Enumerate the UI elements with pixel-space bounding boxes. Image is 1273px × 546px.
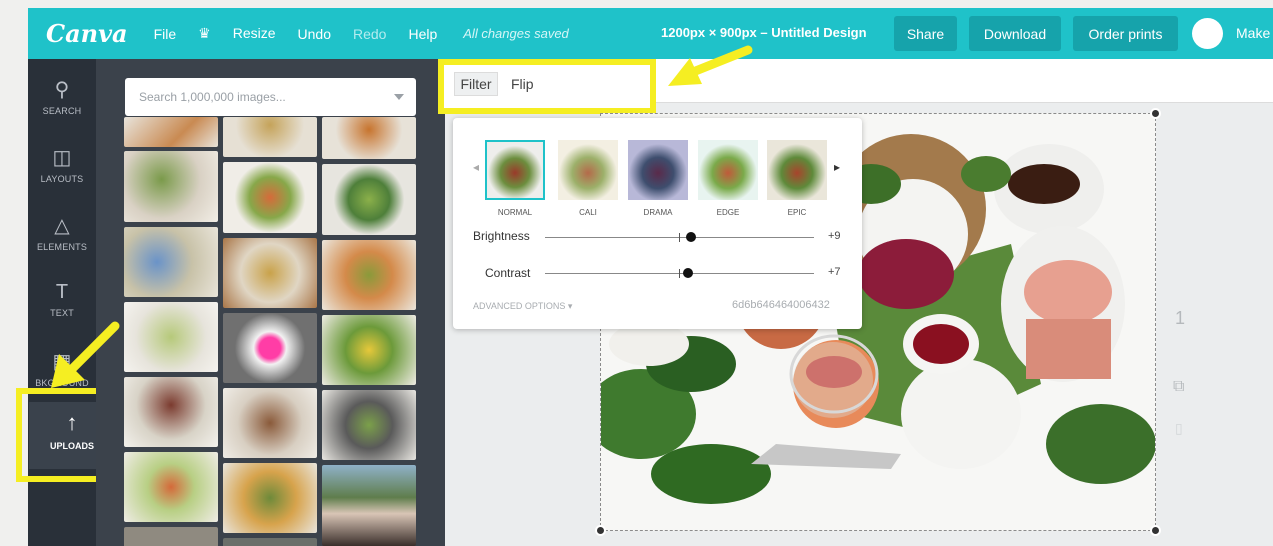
filter-label: EDGE <box>716 208 740 217</box>
image-thumb[interactable] <box>124 452 218 522</box>
flip-button[interactable]: Flip <box>511 76 534 92</box>
elements-icon: △ <box>54 215 70 237</box>
contrast-label: Contrast <box>485 266 531 280</box>
image-library-panel: Search 1,000,000 images... <box>96 59 445 546</box>
menu-undo[interactable]: Undo <box>298 26 331 42</box>
menu-file[interactable]: File <box>154 26 177 42</box>
image-thumb[interactable] <box>223 463 317 533</box>
resize-handle-top-right[interactable] <box>1150 108 1161 119</box>
image-thumb[interactable] <box>322 164 416 235</box>
search-input[interactable]: Search 1,000,000 images... <box>125 78 416 116</box>
menu-bar: File ♛ Resize Undo Redo Help All changes … <box>154 25 591 42</box>
make-label[interactable]: Make <box>1236 25 1270 41</box>
image-thumb[interactable] <box>322 117 416 159</box>
image-thumb[interactable] <box>124 377 218 447</box>
resize-handle-bottom-left[interactable] <box>595 525 606 536</box>
image-thumb[interactable] <box>124 151 218 222</box>
filter-thumb-edge[interactable] <box>698 140 758 200</box>
filter-thumb-normal[interactable] <box>485 140 545 200</box>
make-toggle[interactable] <box>1192 18 1223 49</box>
menu-redo[interactable]: Redo <box>353 26 386 42</box>
slider-center-mark <box>679 269 680 278</box>
image-thumb[interactable] <box>322 390 416 460</box>
sidebar-item-search[interactable]: ⚲ SEARCH <box>28 77 96 116</box>
resize-handle-bottom-right[interactable] <box>1150 525 1161 536</box>
image-thumb[interactable] <box>124 302 218 372</box>
crown-icon: ♛ <box>198 25 211 41</box>
image-thumb[interactable] <box>124 117 218 147</box>
image-thumb[interactable] <box>223 238 317 308</box>
image-thumb[interactable] <box>223 313 317 383</box>
filter-thumb-cali[interactable] <box>558 140 618 200</box>
image-thumb[interactable] <box>223 388 317 458</box>
filter-button[interactable]: Filter <box>454 72 498 96</box>
share-button[interactable]: Share <box>894 16 957 51</box>
annotation-arrow-icon <box>668 45 753 86</box>
annotation-arrow-icon <box>51 321 120 388</box>
copy-page-icon[interactable]: ⧉ <box>1173 378 1184 396</box>
image-thumb[interactable] <box>223 117 317 157</box>
filter-popup: ◂ NORMAL CALI DRAMA EDGE EPIC ▸ Brightne… <box>453 118 862 329</box>
menu-help[interactable]: Help <box>408 26 437 42</box>
image-thumb[interactable] <box>223 538 317 546</box>
image-thumb[interactable] <box>124 227 218 297</box>
image-thumb[interactable] <box>322 240 416 310</box>
caret-down-icon: ▾ <box>567 301 573 311</box>
search-icon: ⚲ <box>54 79 70 101</box>
image-thumb[interactable] <box>223 162 317 233</box>
sidebar-item-layouts[interactable]: ◫ LAYOUTS <box>28 145 96 184</box>
download-button[interactable]: Download <box>969 16 1061 51</box>
search-placeholder: Search 1,000,000 images... <box>139 90 286 104</box>
chevron-down-icon[interactable] <box>394 94 404 100</box>
layouts-icon: ◫ <box>52 147 72 169</box>
filter-thumb-epic[interactable] <box>767 140 827 200</box>
contrast-knob[interactable] <box>683 268 693 278</box>
filter-code: 6d6b646464006432 <box>732 299 830 311</box>
document-title[interactable]: 1200px × 900px – Untitled Design <box>661 25 867 40</box>
sidebar-item-elements[interactable]: △ ELEMENTS <box>28 213 96 252</box>
filter-label: EPIC <box>787 208 807 217</box>
image-thumb[interactable] <box>322 315 416 385</box>
brightness-label: Brightness <box>473 229 530 243</box>
chevron-right-icon[interactable]: ▸ <box>834 160 840 174</box>
filter-label: CALI <box>579 208 597 217</box>
order-prints-button[interactable]: Order prints <box>1073 16 1178 51</box>
text-icon: T <box>55 281 69 303</box>
advanced-options-toggle[interactable]: ADVANCED OPTIONS ▾ <box>473 301 572 312</box>
trash-icon[interactable]: ▯ <box>1175 420 1183 437</box>
filter-thumb-drama[interactable] <box>628 140 688 200</box>
image-thumb[interactable] <box>124 527 218 546</box>
contrast-value: +7 <box>828 266 841 278</box>
brightness-knob[interactable] <box>686 232 696 242</box>
filter-label: DRAMA <box>643 208 673 217</box>
image-thumb[interactable] <box>322 465 416 546</box>
top-bar: Canva File ♛ Resize Undo Redo Help All ch… <box>28 8 1273 59</box>
canva-logo[interactable]: Canva <box>46 19 128 48</box>
page-number: 1 <box>1175 308 1186 328</box>
brightness-value: +9 <box>828 230 841 242</box>
filter-label: NORMAL <box>497 208 533 217</box>
menu-resize[interactable]: ♛ Resize <box>198 25 275 42</box>
sidebar-item-text[interactable]: T TEXT <box>28 281 96 318</box>
chevron-left-icon[interactable]: ◂ <box>473 160 479 174</box>
save-status: All changes saved <box>463 26 569 41</box>
slider-center-mark <box>679 233 680 242</box>
